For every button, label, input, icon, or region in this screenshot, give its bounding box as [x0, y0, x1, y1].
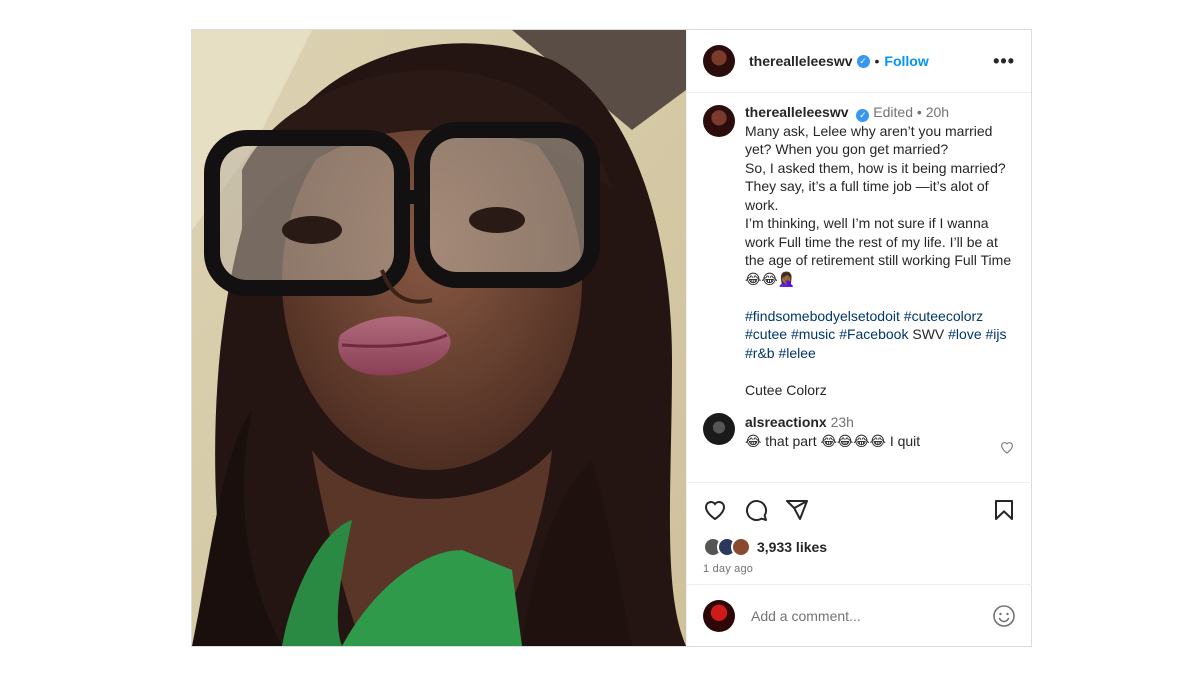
caption-text: Many ask, Lelee why aren’t you married y… [745, 122, 1012, 287]
viewer-avatar [703, 599, 735, 632]
caption-credit: Cutee Colorz [745, 381, 827, 398]
caption: therealleleeswv ✓ Edited • 20h Many ask,… [703, 103, 1015, 399]
hashtag-link[interactable]: #Facebook [839, 326, 908, 342]
verified-icon: ✓ [856, 108, 870, 122]
post-time[interactable]: 1 day ago [703, 563, 1016, 575]
liker-avatar[interactable] [731, 537, 751, 557]
follow-button[interactable]: Follow [884, 53, 928, 69]
hashtag-link[interactable]: #love [948, 326, 981, 342]
hashtag-link[interactable]: #findsomebodyelsetodoit [745, 308, 900, 324]
author-username[interactable]: therealleleeswv [749, 53, 853, 69]
verified-icon: ✓ [856, 54, 870, 68]
bookmark-icon[interactable] [992, 498, 1016, 522]
caption-body: therealleleeswv ✓ Edited • 20h Many ask,… [745, 103, 1015, 399]
caption-swv: SWV [912, 326, 945, 343]
post-sidebar: therealleleeswv ✓ • Follow ••• therealle… [686, 30, 1032, 646]
comment-input[interactable] [751, 607, 971, 624]
comment-body: alsreactionx 23h 😂 that part 😂😂😂😂 I quit [745, 413, 1015, 450]
comments-section[interactable]: therealleleeswv ✓ Edited • 20h Many ask,… [687, 93, 1031, 481]
add-comment-bar [687, 584, 1032, 646]
commenter-avatar[interactable] [703, 413, 735, 446]
author-avatar[interactable] [703, 45, 735, 77]
hashtag-link[interactable]: #cuteecolorz [904, 308, 983, 324]
separator-dot: • [874, 53, 880, 69]
hashtag-link[interactable]: #ijs [986, 326, 1007, 342]
actions-bar: 3,933 likes 1 day ago [687, 482, 1032, 575]
comment-time: 23h [830, 414, 854, 431]
comment-text: 😂 that part 😂😂😂😂 I quit [745, 432, 921, 449]
caption-time: 20h [925, 104, 950, 120]
edited-label: Edited [873, 104, 913, 120]
hashtags: #findsomebodyelsetodoit #cuteecolorz #cu… [745, 307, 1015, 363]
post-header: therealleleeswv ✓ • Follow ••• [687, 30, 1031, 93]
hashtag-link[interactable]: #r&b [745, 345, 775, 361]
hashtag-link[interactable]: #cutee [745, 326, 787, 342]
separator-dot: • [916, 104, 922, 120]
selfie-image [192, 30, 686, 646]
instagram-post: therealleleeswv ✓ • Follow ••• therealle… [191, 29, 1032, 647]
emoji-icon[interactable] [992, 604, 1016, 628]
comment-icon[interactable] [744, 498, 768, 522]
like-comment-heart-icon[interactable] [999, 439, 1015, 455]
hashtag-link[interactable]: #lelee [778, 345, 815, 361]
caption-username[interactable]: therealleleeswv [745, 104, 849, 120]
heart-icon[interactable] [703, 498, 727, 522]
hashtag-link[interactable]: #music [791, 326, 835, 342]
commenter-username[interactable]: alsreactionx [745, 414, 827, 430]
share-icon[interactable] [785, 498, 809, 522]
likes-count[interactable]: 3,933 likes [757, 539, 827, 555]
caption-avatar[interactable] [703, 105, 735, 137]
action-icons [703, 495, 1016, 525]
more-icon[interactable]: ••• [993, 51, 1015, 72]
post-photo[interactable] [192, 30, 686, 646]
likes-row: 3,933 likes [703, 537, 1016, 557]
comment-item: alsreactionx 23h 😂 that part 😂😂😂😂 I quit [703, 413, 1015, 454]
